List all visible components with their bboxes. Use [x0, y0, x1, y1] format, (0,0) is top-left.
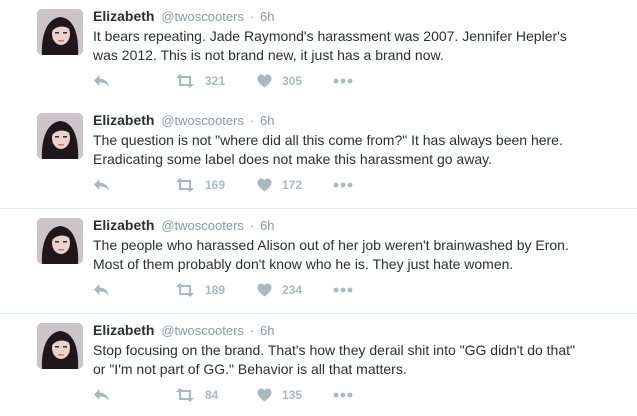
avatar[interactable]	[37, 113, 83, 159]
more-icon	[333, 287, 353, 293]
retweet-button[interactable]: 84	[175, 387, 218, 403]
tweet-header: Elizabeth @twoscooters · 6h	[93, 216, 623, 235]
tweet-header: Elizabeth @twoscooters · 6h	[93, 7, 623, 26]
avatar[interactable]	[37, 323, 83, 369]
retweet-count: 189	[205, 283, 226, 297]
tweet[interactable]: Elizabeth @twoscooters · 6h The question…	[0, 104, 637, 209]
reply-icon	[94, 179, 109, 191]
timeline: Elizabeth @twoscooters · 6h It bears rep…	[0, 0, 637, 416]
retweet-count: 321	[205, 74, 226, 88]
avatar[interactable]	[37, 9, 83, 55]
display-name[interactable]: Elizabeth	[93, 217, 154, 233]
separator-dot: ·	[249, 218, 255, 233]
display-name[interactable]: Elizabeth	[93, 322, 154, 338]
tweet-text: It bears repeating. Jade Raymond's haras…	[93, 28, 567, 63]
reply-icon	[94, 389, 109, 401]
tweet[interactable]: Elizabeth @twoscooters · 6h Stop focusin…	[0, 314, 637, 416]
reply-button[interactable]	[93, 177, 110, 193]
retweet-icon	[176, 74, 194, 88]
retweet-count: 169	[205, 178, 226, 192]
username[interactable]: @twoscooters	[161, 113, 244, 128]
heart-icon	[257, 283, 272, 297]
like-count: 172	[282, 178, 303, 192]
retweet-icon	[176, 178, 194, 192]
tweet[interactable]: Elizabeth @twoscooters · 6h It bears rep…	[0, 0, 637, 105]
retweet-count: 84	[205, 388, 219, 402]
avatar[interactable]	[37, 218, 83, 264]
like-button[interactable]: 305	[257, 73, 302, 89]
separator-dot: ·	[249, 323, 255, 338]
tweet-text: The people who harassed Alison out of he…	[93, 237, 569, 272]
timestamp[interactable]: 6h	[260, 113, 274, 128]
timestamp[interactable]: 6h	[260, 9, 274, 24]
heart-icon	[257, 178, 272, 192]
tweet-text: The question is not "where did all this …	[93, 132, 563, 167]
avatar-image	[37, 218, 83, 264]
tweet-actions: 321 305	[93, 73, 393, 89]
tweet-content: Elizabeth @twoscooters · 6h Stop focusin…	[93, 321, 623, 379]
avatar-image	[37, 323, 83, 369]
username[interactable]: @twoscooters	[161, 323, 244, 338]
retweet-button[interactable]: 189	[175, 282, 225, 298]
tweet-content: Elizabeth @twoscooters · 6h The question…	[93, 111, 623, 169]
separator-dot: ·	[249, 113, 255, 128]
tweet-content: Elizabeth @twoscooters · 6h The people w…	[93, 216, 623, 274]
tweet-actions: 169 172	[93, 177, 393, 193]
like-count: 305	[282, 74, 303, 88]
reply-icon	[94, 284, 109, 296]
more-button[interactable]	[333, 73, 353, 89]
timestamp[interactable]: 6h	[260, 218, 274, 233]
avatar-image	[37, 9, 83, 55]
username[interactable]: @twoscooters	[161, 9, 244, 24]
like-button[interactable]: 234	[257, 282, 302, 298]
more-icon	[333, 182, 353, 188]
display-name[interactable]: Elizabeth	[93, 8, 154, 24]
heart-icon	[257, 74, 272, 88]
tweet-header: Elizabeth @twoscooters · 6h	[93, 111, 623, 130]
username[interactable]: @twoscooters	[161, 218, 244, 233]
like-button[interactable]: 172	[257, 177, 302, 193]
retweet-icon	[176, 283, 194, 297]
retweet-icon	[176, 388, 194, 402]
reply-icon	[94, 75, 109, 87]
reply-button[interactable]	[93, 282, 110, 298]
reply-button[interactable]	[93, 387, 110, 403]
avatar-image	[37, 113, 83, 159]
tweet[interactable]: Elizabeth @twoscooters · 6h The people w…	[0, 209, 637, 314]
more-button[interactable]	[333, 387, 353, 403]
reply-button[interactable]	[93, 73, 110, 89]
tweet-content: Elizabeth @twoscooters · 6h It bears rep…	[93, 7, 623, 65]
more-icon	[333, 78, 353, 84]
retweet-button[interactable]: 169	[175, 177, 225, 193]
tweet-text: Stop focusing on the brand. That's how t…	[93, 342, 575, 377]
separator-dot: ·	[249, 9, 255, 24]
display-name[interactable]: Elizabeth	[93, 112, 154, 128]
more-button[interactable]	[333, 282, 353, 298]
retweet-button[interactable]: 321	[175, 73, 225, 89]
like-count: 135	[282, 388, 303, 402]
tweet-actions: 189 234	[93, 282, 393, 298]
tweet-header: Elizabeth @twoscooters · 6h	[93, 321, 623, 340]
timestamp[interactable]: 6h	[260, 323, 274, 338]
more-icon	[333, 392, 353, 398]
heart-icon	[257, 388, 272, 402]
like-button[interactable]: 135	[257, 387, 302, 403]
more-button[interactable]	[333, 177, 353, 193]
like-count: 234	[282, 283, 303, 297]
tweet-actions: 84 135	[93, 387, 393, 403]
